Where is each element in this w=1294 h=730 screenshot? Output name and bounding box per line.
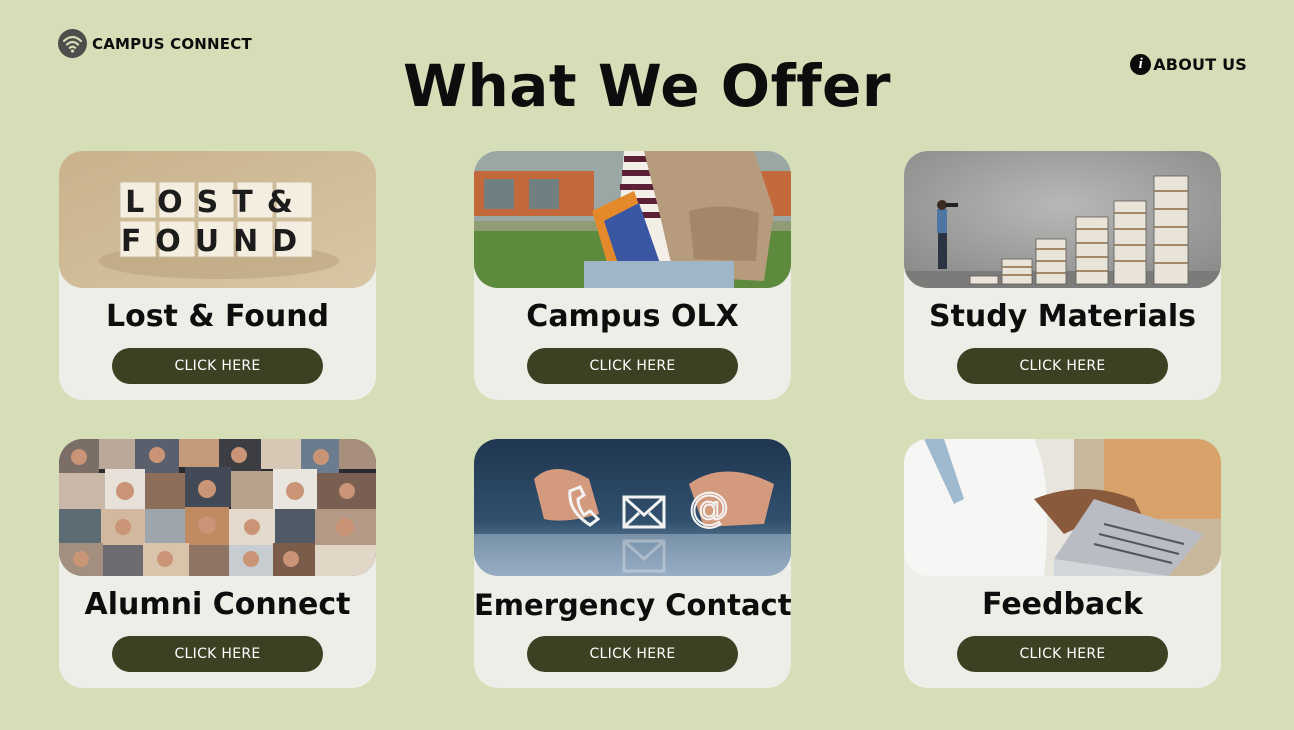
found-image-text: FOUND <box>121 224 311 259</box>
study-materials-image <box>904 151 1221 288</box>
lost-and-found-image: LOST& FOUND <box>59 151 376 288</box>
alumni-connect-image <box>59 439 376 576</box>
study-materials-button[interactable]: CLICK HERE <box>957 348 1168 384</box>
alumni-connect-button[interactable]: CLICK HERE <box>112 636 323 672</box>
card-title: Study Materials <box>928 299 1197 334</box>
card-title: Emergency Contact <box>474 588 792 622</box>
card-campus-olx: Campus OLX CLICK HERE <box>474 151 791 400</box>
card-title: Feedback <box>982 587 1143 622</box>
lost-and-found-button[interactable]: CLICK HERE <box>112 348 323 384</box>
card-study-materials: Study Materials CLICK HERE <box>904 151 1221 400</box>
card-title: Alumni Connect <box>84 587 351 622</box>
card-feedback: Feedback CLICK HERE <box>904 439 1221 688</box>
campus-olx-image <box>474 151 791 288</box>
emergency-contact-button[interactable]: CLICK HERE <box>527 636 738 672</box>
campus-olx-button[interactable]: CLICK HERE <box>527 348 738 384</box>
feedback-image <box>904 439 1221 576</box>
card-lost-and-found: LOST& FOUND Lost & Found CLICK HERE <box>59 151 376 400</box>
svg-text:@: @ <box>689 485 729 531</box>
emergency-contact-image: @ <box>474 439 791 576</box>
page-title: What We Offer <box>403 52 891 120</box>
card-title: Lost & Found <box>105 299 330 334</box>
card-title: Campus OLX <box>526 299 739 334</box>
card-alumni-connect: Alumni Connect CLICK HERE <box>59 439 376 688</box>
feedback-button[interactable]: CLICK HERE <box>957 636 1168 672</box>
card-emergency-contact: @ Emergency Contact CLICK HERE <box>474 439 792 688</box>
lost-image-text: LOST& <box>125 185 307 220</box>
